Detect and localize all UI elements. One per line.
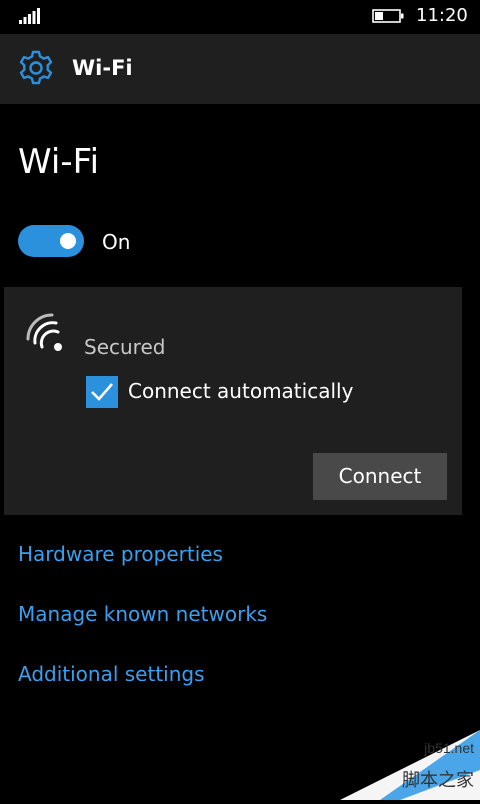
header-title: Wi-Fi	[72, 56, 133, 80]
hardware-properties-link[interactable]: Hardware properties	[18, 540, 223, 568]
connect-automatically-label[interactable]: Connect automatically	[128, 377, 353, 405]
watermark: jb51.net 脚本之家	[340, 730, 480, 800]
wifi-toggle-label: On	[102, 230, 131, 254]
status-bar: 11:20	[0, 0, 480, 34]
clock: 11:20	[416, 5, 468, 26]
watermark-brand-text: 脚本之家	[402, 770, 474, 790]
wifi-signal-icon	[26, 313, 62, 351]
connect-button[interactable]: Connect	[313, 453, 447, 500]
gear-icon	[19, 50, 53, 85]
connect-automatically-checkbox[interactable]	[86, 376, 118, 408]
manage-known-networks-link[interactable]: Manage known networks	[18, 600, 267, 628]
signal-strength-icon	[19, 8, 40, 24]
watermark-site-text: jb51.net	[424, 740, 474, 756]
additional-settings-link[interactable]: Additional settings	[18, 660, 205, 688]
network-security-status: Secured	[84, 335, 166, 359]
toggle-knob	[60, 233, 76, 249]
wifi-toggle[interactable]	[18, 225, 84, 257]
checkmark-icon	[91, 383, 113, 401]
app-header: Wi-Fi	[0, 34, 480, 104]
page-title: Wi-Fi	[18, 142, 100, 182]
battery-icon	[372, 9, 404, 23]
network-card[interactable]: Secured Connect automatically Connect	[4, 287, 462, 515]
